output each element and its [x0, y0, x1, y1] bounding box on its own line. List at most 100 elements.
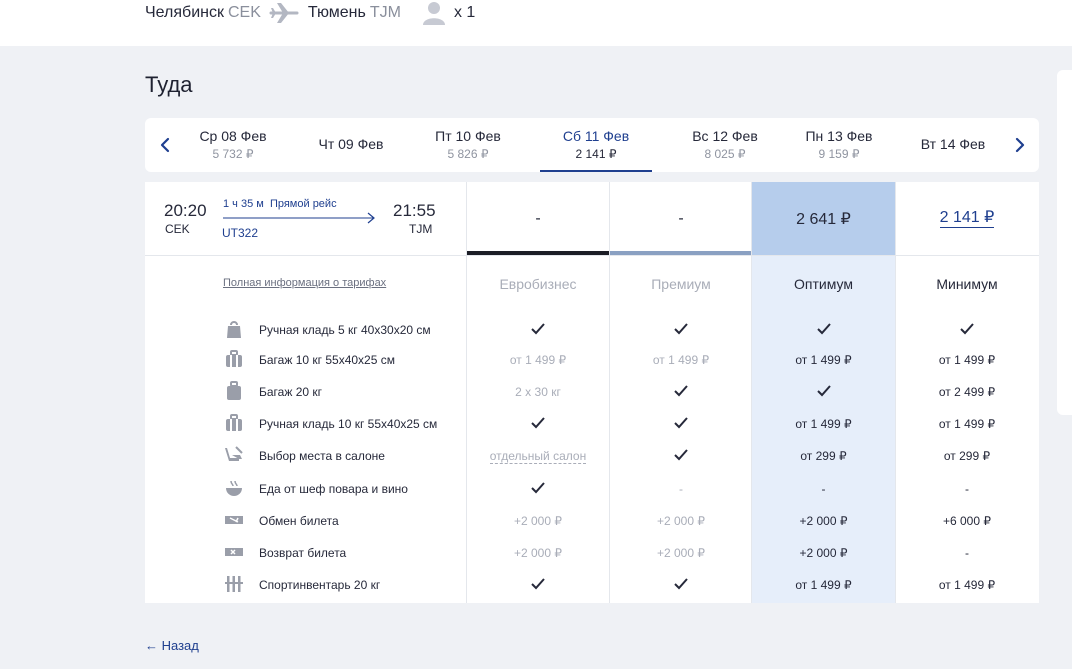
- feature-value-text: 2 x 30 кг: [515, 385, 561, 399]
- feature-label: Спортинвентарь 20 кг: [259, 578, 381, 592]
- date-tab-thu-09[interactable]: Чт 09 Фев: [295, 118, 407, 172]
- origin-city: Челябинск: [145, 4, 224, 21]
- feature-value-eurobusiness: [467, 481, 609, 498]
- feature-value-optimum: от 299 ₽: [752, 449, 895, 463]
- flight-type: Прямой рейс: [269, 198, 337, 210]
- feature-label: Ручная кладь 10 кг 55x40x25 см: [259, 417, 438, 431]
- feature-value-premium: [610, 416, 752, 433]
- departure-time: 20:20: [164, 201, 207, 220]
- feature-value-text: +6 000 ₽: [942, 514, 991, 528]
- carry-on-icon: [226, 414, 242, 431]
- date-price: 5 732 ₽: [212, 147, 254, 161]
- fare-name-premium: Премиум: [651, 276, 711, 292]
- divider: [145, 255, 1039, 256]
- departure-code: CEK: [165, 222, 190, 236]
- date-tab-mon-13[interactable]: Пн 13 Фев 9 159 ₽: [783, 118, 895, 172]
- feature-value-eurobusiness: отдельный салон: [467, 449, 609, 464]
- checkmark-icon: [674, 449, 688, 461]
- feature-value-optimum: [752, 384, 895, 401]
- checkmark-icon: [674, 417, 688, 429]
- side-panel: [1057, 70, 1072, 415]
- flight-info: 20:20 CEK 1 ч 35 м Прямой рейс UT322 21:…: [145, 182, 467, 255]
- feature-value-optimum: от 1 499 ₽: [752, 578, 895, 592]
- date-tab-tue-14[interactable]: Вт 14 Фев: [897, 118, 1009, 172]
- flight-number: UT322: [222, 226, 259, 240]
- feature-value-text: от 299 ₽: [800, 449, 847, 463]
- feature-value-premium: [610, 577, 752, 594]
- ticket-refund-icon: [225, 548, 243, 556]
- feature-value-minimum: от 2 499 ₽: [896, 385, 1038, 399]
- chevron-left-icon[interactable]: [156, 135, 176, 155]
- feature-value-eurobusiness: +2 000 ₽: [467, 514, 609, 528]
- full-fare-info-link[interactable]: Полная информация о тарифах: [223, 277, 386, 289]
- origin-code: CEK: [227, 4, 261, 21]
- date-tab-sun-12[interactable]: Вс 12 Фев 8 025 ₽: [669, 118, 781, 172]
- feature-label: Выбор места в салоне: [259, 449, 385, 463]
- feature-value-minimum: от 1 499 ₽: [896, 353, 1038, 367]
- fare-price-minimum[interactable]: 2 141 ₽: [896, 182, 1038, 255]
- feature-value-optimum: +2 000 ₽: [752, 514, 895, 528]
- fare-name-optimum: Оптимум: [794, 276, 853, 292]
- feature-value-premium: +2 000 ₽: [610, 546, 752, 560]
- fare-price-value: 2 641 ₽: [796, 210, 851, 228]
- feature-value-text: от 1 499 ₽: [938, 417, 996, 431]
- fare-name-minimum: Минимум: [936, 276, 998, 292]
- chevron-right-icon[interactable]: [1009, 135, 1029, 155]
- feature-value-minimum: [896, 322, 1038, 339]
- date-day: Пт 10 Фев: [435, 128, 501, 144]
- checkmark-icon: [531, 323, 545, 335]
- fare-name-eurobusiness: Евробизнес: [499, 276, 577, 292]
- feature-value-premium: [610, 448, 752, 465]
- date-price: 8 025 ₽: [704, 147, 746, 161]
- checkmark-icon: [531, 417, 545, 429]
- baggage-icon: [226, 350, 242, 367]
- feature-value-optimum: +2 000 ₽: [752, 546, 895, 560]
- feature-value-text: от 1 499 ₽: [795, 353, 852, 367]
- feature-label: Обмен билета: [259, 514, 339, 528]
- feature-label: Багаж 10 кг 55x40x25 см: [259, 353, 395, 367]
- feature-value-text: +2 000 ₽: [799, 546, 848, 560]
- feature-value-text: от 1 499 ₽: [795, 417, 852, 431]
- date-tab-sat-11[interactable]: Сб 11 Фев 2 141 ₽: [540, 118, 652, 172]
- feature-value-text: +2 000 ₽: [513, 546, 562, 560]
- flight-fare-card: 20:20 CEK 1 ч 35 м Прямой рейс UT322 21:…: [145, 182, 1039, 603]
- route-summary[interactable]: Челябинск CEK Тюмень TJM x 1: [145, 2, 475, 25]
- back-link[interactable]: ← Назад: [145, 638, 199, 653]
- separate-cabin-link[interactable]: отдельный салон: [489, 449, 587, 464]
- feature-value-premium: +2 000 ₽: [610, 514, 752, 528]
- duration-value: 1 ч 35 м: [223, 198, 264, 210]
- feature-value-eurobusiness: [467, 416, 609, 433]
- arrival-code: TJM: [409, 222, 433, 236]
- feature-value-minimum: от 299 ₽: [896, 449, 1038, 463]
- fare-price-value: -: [678, 209, 684, 227]
- route-arrow-icon: [223, 212, 375, 224]
- sport-equipment-icon: [225, 576, 243, 592]
- feature-value-premium: [610, 384, 752, 401]
- date-day: Ср 08 Фев: [199, 128, 267, 144]
- feature-value-text: от 1 499 ₽: [509, 353, 567, 367]
- date-tab-wed-08[interactable]: Ср 08 Фев 5 732 ₽: [177, 118, 289, 172]
- fare-price-value: 2 141 ₽: [939, 209, 995, 228]
- date-price: 2 141 ₽: [575, 147, 617, 161]
- feature-label: Багаж 20 кг: [259, 385, 323, 399]
- fare-price-optimum[interactable]: 2 641 ₽: [752, 182, 895, 255]
- date-day: Вт 14 Фев: [920, 136, 986, 152]
- feature-value-eurobusiness: от 1 499 ₽: [467, 353, 609, 367]
- feature-value-minimum: +6 000 ₽: [896, 514, 1038, 528]
- checkmark-icon: [816, 385, 831, 397]
- fare-price-premium: -: [610, 182, 752, 255]
- section-title: Туда: [145, 72, 193, 97]
- feature-value-text: от 2 499 ₽: [938, 385, 996, 399]
- feature-value-optimum: от 1 499 ₽: [752, 353, 895, 367]
- fare-price-eurobusiness: -: [467, 182, 609, 255]
- checkmark-icon: [674, 578, 688, 590]
- date-tab-fri-10[interactable]: Пт 10 Фев 5 826 ₽: [412, 118, 524, 172]
- checkmark-icon: [960, 323, 974, 335]
- feature-value-premium: [610, 322, 752, 339]
- checkmark-icon: [674, 323, 688, 335]
- suitcase-icon: [227, 381, 241, 400]
- feature-value-text: -: [965, 482, 969, 496]
- feature-value-text: от 1 499 ₽: [938, 353, 996, 367]
- feature-value-premium: от 1 499 ₽: [610, 353, 752, 367]
- arrival-time: 21:55: [393, 201, 436, 220]
